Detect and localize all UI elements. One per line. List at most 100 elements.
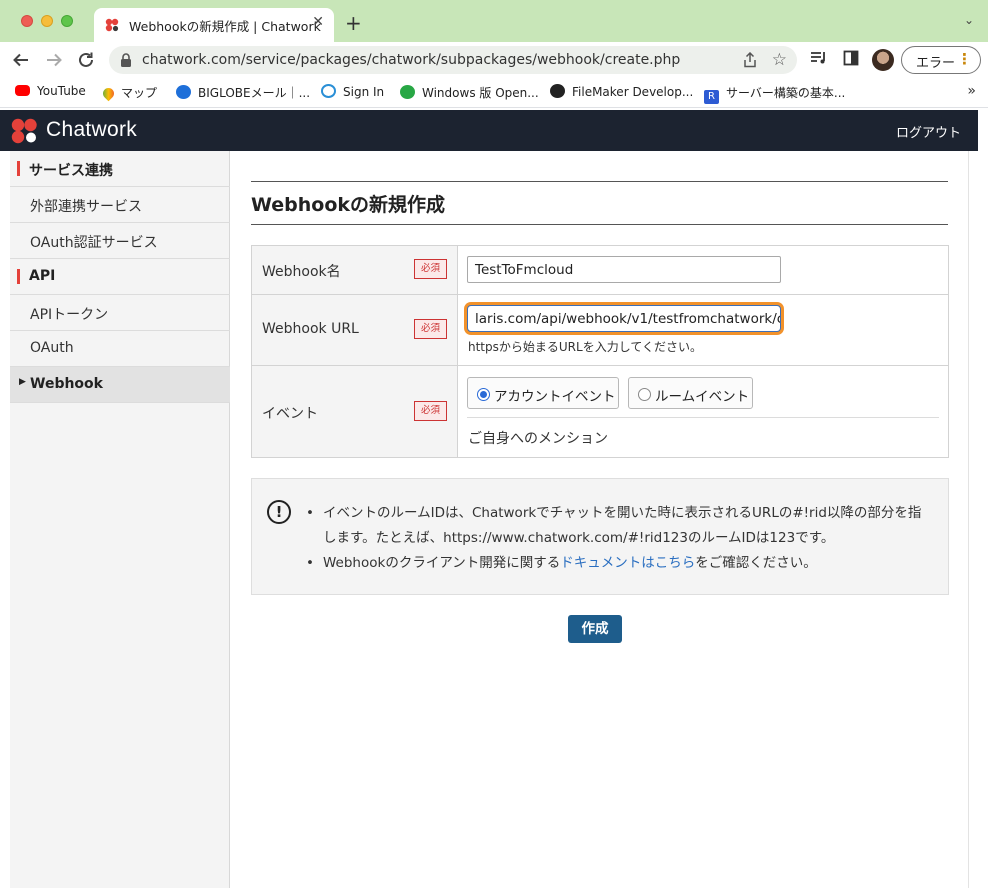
info-notice: ! イベントのルームIDは、Chatworkでチャットを開いた時に表示されるUR…: [251, 478, 949, 595]
signin-icon: [321, 84, 336, 98]
maps-icon: [100, 85, 117, 102]
notice-text: Webhookのクライアント開発に関する: [323, 555, 561, 571]
reload-icon[interactable]: [77, 51, 95, 69]
bookmark-filemaker[interactable]: FileMaker Develop...: [550, 84, 693, 99]
sidebar-section-title: サービス連携: [29, 163, 113, 179]
webhook-name-input[interactable]: TestToFmcloud: [467, 256, 781, 283]
browser-toolbar: chatwork.com/service/packages/chatwork/s…: [0, 42, 988, 78]
chatwork-favicon-icon: [105, 18, 119, 32]
bookmarks-overflow-icon[interactable]: »: [967, 83, 976, 99]
biglobe-icon: [176, 85, 191, 99]
bookmark-label: Windows 版 Open...: [422, 86, 539, 100]
bookmark-signin[interactable]: Sign In: [321, 84, 384, 99]
sidebar-item-oauth[interactable]: OAuth: [10, 331, 230, 367]
bookmark-youtube[interactable]: YouTube: [15, 84, 86, 98]
bookmark-label: マップ: [121, 86, 158, 100]
open-icon: [400, 85, 415, 99]
sidebar-item-label: APIトークン: [30, 307, 109, 323]
event-label: イベント: [262, 406, 318, 422]
bookmark-windows-open[interactable]: Windows 版 Open...: [400, 84, 539, 101]
media-control-icon[interactable]: [810, 50, 828, 66]
notice-item: イベントのルームIDは、Chatworkでチャットを開いた時に表示されるURLの…: [306, 501, 926, 551]
sidebar-item-api-token[interactable]: APIトークン: [10, 295, 230, 331]
event-option-label: ルームイベント: [655, 389, 750, 405]
tab-close-icon[interactable]: ✕: [312, 14, 324, 30]
bookmark-server[interactable]: R サーバー構築の基本...: [704, 84, 845, 104]
youtube-icon: [15, 85, 30, 96]
bookmark-label: YouTube: [37, 84, 86, 98]
required-badge: 必須: [414, 259, 447, 279]
sidebar: サービス連携 外部連携サービス OAuth認証サービス API APIトークン …: [10, 151, 230, 888]
bookmark-biglobe[interactable]: BIGLOBEメール｜...: [176, 84, 310, 101]
r-icon: R: [704, 90, 719, 104]
address-bar[interactable]: chatwork.com/service/packages/chatwork/s…: [109, 46, 797, 74]
bookmark-label: BIGLOBEメール｜...: [198, 86, 311, 100]
logout-link[interactable]: ログアウト: [896, 122, 961, 141]
profile-error-button[interactable]: エラー ⋮: [901, 46, 981, 74]
bookmark-label: サーバー構築の基本...: [726, 86, 846, 100]
required-badge: 必須: [414, 319, 447, 339]
webhook-form: Webhook名 必須 TestToFmcloud Webhook URL 必須…: [251, 245, 949, 458]
form-label-cell: Webhook名 必須: [252, 246, 458, 294]
radio-unselected-icon[interactable]: [638, 388, 651, 401]
sidebar-item-label: Webhook: [30, 376, 103, 392]
exclamation-icon: !: [267, 500, 291, 524]
bookmark-maps[interactable]: マップ: [100, 84, 158, 102]
maximize-window-button[interactable]: [61, 15, 73, 27]
notice-item: Webhookのクライアント開発に関するドキュメントはこちらをご確認ください。: [306, 551, 926, 576]
bookmark-star-icon[interactable]: ☆: [772, 50, 787, 70]
webhook-url-label: Webhook URL: [262, 321, 359, 337]
form-label-cell: Webhook URL 必須: [252, 295, 458, 365]
webhook-name-label: Webhook名: [262, 264, 341, 280]
event-option-label: アカウントイベント: [494, 389, 616, 405]
share-icon[interactable]: [743, 52, 757, 68]
tab-title: Webhookの新規作成 | Chatwork: [129, 19, 321, 34]
close-window-button[interactable]: [21, 15, 33, 27]
filemaker-icon: [550, 84, 565, 98]
lock-icon: [121, 53, 131, 67]
browser-tab-active[interactable]: Webhookの新規作成 | Chatwork ✕: [94, 8, 334, 42]
self-mention-label: ご自身へのメンション: [468, 431, 608, 447]
sidebar-item-external-services[interactable]: 外部連携サービス: [10, 187, 230, 223]
title-bottom-rule: [251, 224, 948, 225]
new-tab-button[interactable]: +: [345, 11, 362, 35]
required-badge: 必須: [414, 401, 447, 421]
notice-text: をご確認ください。: [695, 555, 817, 571]
side-panel-icon[interactable]: [843, 50, 859, 66]
sidebar-item-label: OAuth認証サービス: [30, 235, 158, 251]
bookmark-label: Sign In: [343, 85, 385, 99]
sidebar-item-label: OAuth: [30, 340, 74, 356]
webhook-url-hint: httpsから始まるURLを入力してください。: [468, 340, 702, 354]
form-row-url: Webhook URL 必須 laris.com/api/webhook/v1/…: [252, 295, 948, 366]
form-row-name: Webhook名 必須 TestToFmcloud: [252, 246, 948, 295]
bookmarks-bar: YouTube マップ BIGLOBEメール｜... Sign In Windo…: [0, 78, 988, 108]
minimize-window-button[interactable]: [41, 15, 53, 27]
event-account-option[interactable]: アカウントイベント: [467, 377, 619, 409]
radio-selected-icon[interactable]: [477, 388, 490, 401]
browser-titlebar: Webhookの新規作成 | Chatwork ✕ + ⌄: [0, 0, 988, 42]
page-scrollbar[interactable]: [968, 151, 988, 888]
sidebar-item-label: 外部連携サービス: [30, 199, 142, 215]
chatwork-header: Chatwork ログアウト: [0, 110, 978, 151]
sidebar-item-webhook[interactable]: ▶ Webhook: [10, 367, 230, 403]
bookmark-label: FileMaker Develop...: [572, 85, 694, 99]
sidebar-item-oauth-service[interactable]: OAuth認証サービス: [10, 223, 230, 259]
back-arrow-icon[interactable]: [12, 51, 30, 69]
caret-right-icon: ▶: [19, 377, 26, 387]
forward-arrow-icon[interactable]: [45, 51, 63, 69]
profile-avatar[interactable]: [872, 49, 894, 71]
title-top-rule: [251, 181, 948, 182]
sidebar-section-service: サービス連携: [10, 151, 230, 187]
form-row-event: イベント 必須 アカウントイベント ルームイベント ご自身へのメンション: [252, 366, 948, 457]
profile-error-label: エラー: [916, 56, 956, 71]
event-room-option[interactable]: ルームイベント: [628, 377, 753, 409]
tab-search-icon[interactable]: ⌄: [964, 13, 974, 27]
create-button[interactable]: 作成: [568, 615, 622, 643]
webhook-url-input[interactable]: laris.com/api/webhook/v1/testfromchatwor…: [467, 305, 781, 332]
sidebar-section-api: API: [10, 259, 230, 295]
page-title: Webhookの新規作成: [251, 194, 446, 216]
more-menu-icon[interactable]: ⋮: [957, 50, 972, 68]
form-label-cell: イベント 必須: [252, 366, 458, 457]
url-text[interactable]: chatwork.com/service/packages/chatwork/s…: [142, 52, 680, 68]
documentation-link[interactable]: ドキュメントはこちら: [560, 555, 695, 571]
